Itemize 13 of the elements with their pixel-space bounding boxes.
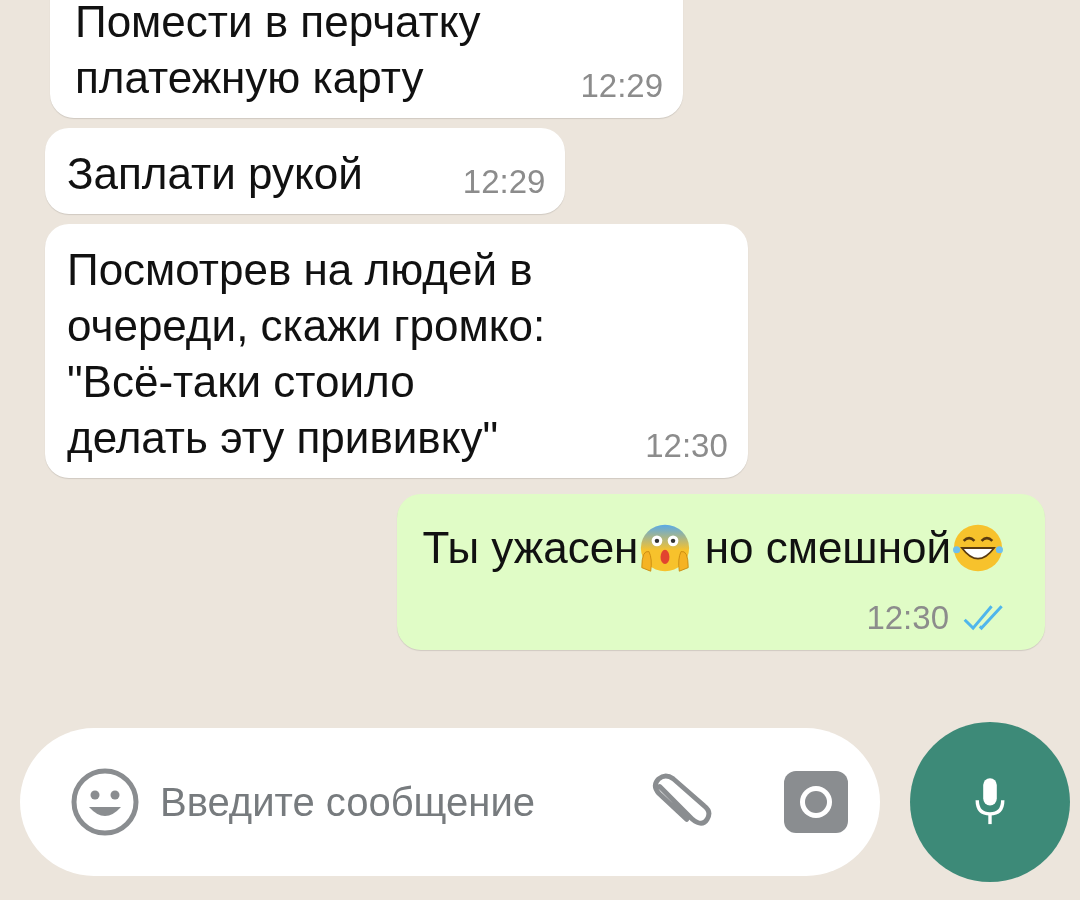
message-field[interactable]: Введите сообщение (158, 778, 646, 826)
message-text: Ты ужасен (422, 522, 639, 574)
message-text: но смешной (703, 522, 951, 574)
laughing-face-icon (951, 523, 1005, 573)
message-text: Посмотрев на людей в очереди, скажи громко: "Всё-таки стоило делать эту прививку" (67, 244, 546, 464)
message-time: 12:29 (462, 162, 546, 202)
message-time: 12:30 (645, 426, 728, 466)
message-text: Помести в перчатку платежную карту (75, 0, 481, 104)
camera-icon[interactable] (784, 771, 848, 833)
message-time: 12:30 (866, 598, 949, 638)
message-text: Заплати рукой (67, 148, 363, 200)
emoji-icon[interactable] (70, 767, 140, 837)
message-time: 12:29 (580, 66, 664, 106)
